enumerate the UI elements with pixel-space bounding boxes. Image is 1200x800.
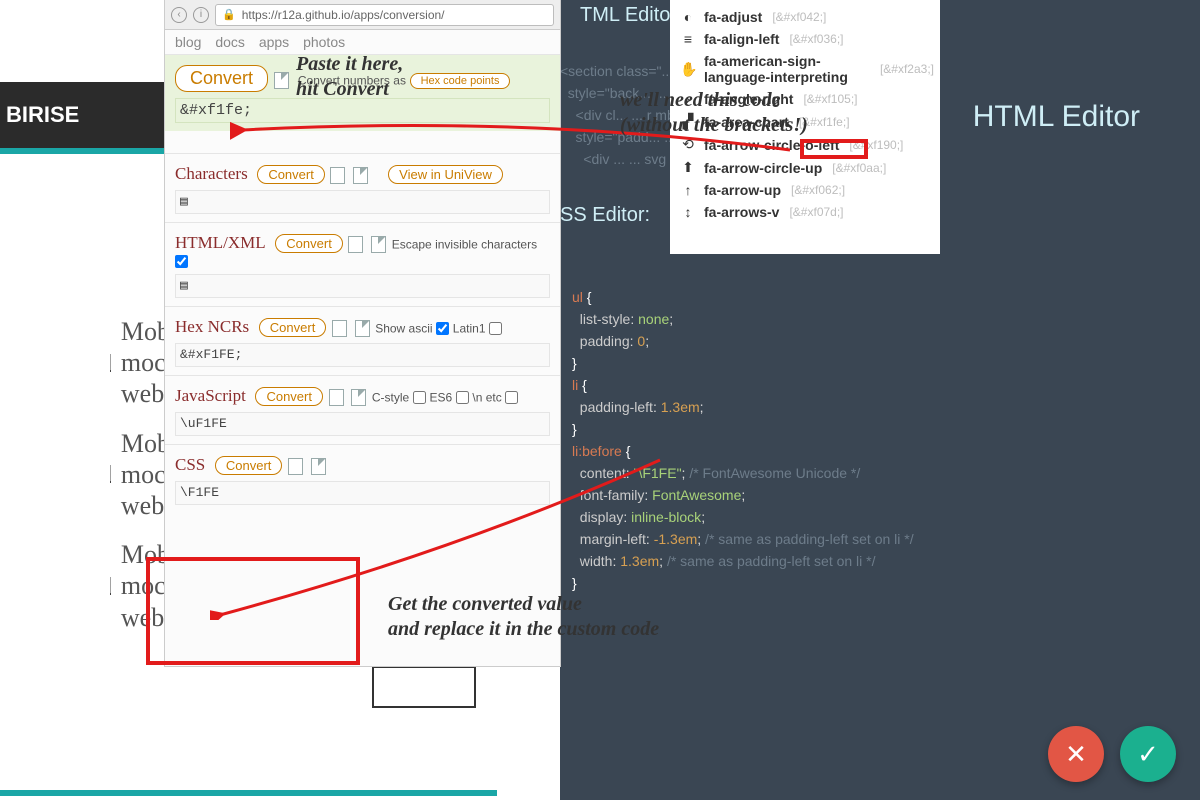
copy-icon[interactable]: [330, 167, 345, 184]
annotation-box-code: [800, 139, 868, 159]
url-text: https://r12a.github.io/apps/conversion/: [242, 8, 445, 22]
copy-icon[interactable]: [288, 458, 303, 475]
hex-code-points-button[interactable]: Hex code points: [410, 73, 511, 89]
fa-code: [&#xf105;]: [803, 92, 857, 106]
characters-convert-button[interactable]: Convert: [257, 165, 325, 184]
show-ascii-checkbox[interactable]: [436, 322, 449, 335]
fa-list-item[interactable]: ↑ fa-arrow-up [&#xf062;]: [680, 179, 934, 201]
accept-button[interactable]: ✓: [1120, 726, 1176, 782]
css-title: CSS: [175, 455, 205, 475]
javascript-convert-button[interactable]: Convert: [255, 387, 323, 406]
netc-label: \n etc: [472, 391, 501, 405]
characters-title: Characters: [175, 164, 248, 184]
htmlxml-convert-button[interactable]: Convert: [275, 234, 343, 253]
latin1-checkbox[interactable]: [489, 322, 502, 335]
nav-blog[interactable]: blog: [175, 34, 201, 50]
page-icon[interactable]: [353, 167, 368, 184]
cstyle-checkbox[interactable]: [413, 391, 426, 404]
address-bar: ‹ i 🔒 https://r12a.github.io/apps/conver…: [165, 0, 560, 30]
copy-icon[interactable]: [274, 72, 289, 89]
escape-invisible-checkbox[interactable]: [175, 255, 188, 268]
html-editor-title: HTML Editor: [973, 100, 1140, 134]
characters-output[interactable]: ▤: [175, 190, 550, 214]
cancel-button[interactable]: ✕: [1048, 726, 1104, 782]
nav-photos[interactable]: photos: [303, 34, 345, 50]
latin1-label: Latin1: [453, 322, 486, 336]
url-input[interactable]: 🔒 https://r12a.github.io/apps/conversion…: [215, 4, 554, 26]
netc-checkbox[interactable]: [505, 391, 518, 404]
fa-code: [&#xf036;]: [789, 32, 843, 46]
fa-code: [&#xf062;]: [791, 183, 845, 197]
fa-list-item[interactable]: ↕ fa-arrows-v [&#xf07d;]: [680, 201, 934, 223]
info-icon[interactable]: i: [193, 7, 209, 23]
bg-brand: BIRISE: [0, 82, 166, 148]
bg-magnifier-box: [372, 666, 476, 708]
css-editor-code[interactable]: ul { list-style: none; padding: 0; } li …: [572, 264, 914, 594]
hexncr-title: Hex NCRs: [175, 317, 249, 337]
fa-glyph-icon: ✋: [680, 61, 696, 78]
fa-code: [&#xf0aa;]: [832, 161, 886, 175]
fa-list-item[interactable]: ⬆ fa-arrow-circle-up [&#xf0aa;]: [680, 156, 934, 179]
site-nav: blog docs apps photos: [165, 30, 560, 54]
htmlxml-title: HTML/XML: [175, 233, 266, 253]
fa-name: fa-arrow-up: [704, 182, 781, 198]
annotation-get: Get the converted value and replace it i…: [388, 592, 659, 642]
page-icon[interactable]: [355, 320, 370, 337]
fa-glyph-icon: ⬆: [680, 159, 696, 176]
copy-icon[interactable]: [329, 389, 344, 406]
hexncr-output[interactable]: &#xF1FE;: [175, 343, 550, 367]
hexncr-convert-button[interactable]: Convert: [259, 318, 327, 337]
css-section: CSS Convert \F1FE: [165, 444, 560, 513]
characters-section: Characters Convert View in UniView ▤: [165, 153, 560, 222]
es6-checkbox[interactable]: [456, 391, 469, 404]
fa-glyph-icon: ↑: [680, 182, 696, 198]
css-convert-button[interactable]: Convert: [215, 456, 283, 475]
page-icon[interactable]: [311, 458, 326, 475]
copy-icon[interactable]: [348, 236, 363, 253]
javascript-output[interactable]: \uF1FE: [175, 412, 550, 436]
copy-icon[interactable]: [332, 320, 347, 337]
htmlxml-output[interactable]: ▤: [175, 274, 550, 298]
show-ascii-label: Show ascii: [375, 322, 432, 336]
html-editor-label: TML Editor:: [580, 4, 683, 27]
fa-list-item[interactable]: ≡ fa-align-left [&#xf036;]: [680, 28, 934, 50]
fa-list-item[interactable]: ◐ fa-adjust [&#xf042;]: [680, 6, 934, 28]
es6-label: ES6: [429, 391, 452, 405]
nav-apps[interactable]: apps: [259, 34, 289, 50]
fa-code: [&#xf042;]: [772, 10, 826, 24]
fa-glyph-icon: ≡: [680, 31, 696, 47]
fa-list-item[interactable]: ✋ fa-american-sign-language-interpreting […: [680, 50, 934, 88]
htmlxml-section: HTML/XML Convert Escape invisible charac…: [165, 222, 560, 306]
nav-docs[interactable]: docs: [215, 34, 245, 50]
cstyle-label: C-style: [372, 391, 409, 405]
annotation-paste: Paste it here, hit Convert: [296, 52, 403, 102]
hexncr-section: Hex NCRs Convert Show ascii Latin1 &#xF1…: [165, 306, 560, 375]
css-output[interactable]: \F1FE: [175, 481, 550, 505]
lock-icon: 🔒: [222, 8, 236, 21]
escape-invisible-label: Escape invisible characters: [392, 238, 537, 252]
fa-glyph-icon: ↕: [680, 204, 696, 220]
fa-glyph-icon: ⟲: [680, 136, 696, 153]
fa-name: fa-adjust: [704, 9, 762, 25]
bg-stripe: [0, 790, 497, 796]
fa-name: fa-align-left: [704, 31, 779, 47]
convert-button[interactable]: Convert: [175, 65, 268, 92]
fa-name: fa-american-sign-language-interpreting: [704, 53, 870, 85]
fa-code: [&#xf07d;]: [789, 205, 843, 219]
fa-name: fa-arrow-circle-up: [704, 160, 822, 176]
fa-code: [&#xf2a3;]: [880, 62, 934, 76]
fa-glyph-icon: ◐: [680, 9, 696, 25]
annotation-box-css: [146, 557, 360, 665]
annotation-need: we'll need this code (without the bracke…: [620, 88, 808, 138]
css-editor-label: SS Editor:: [560, 204, 650, 227]
page-icon[interactable]: [351, 389, 366, 406]
javascript-title: JavaScript: [175, 386, 246, 406]
back-icon[interactable]: ‹: [171, 7, 187, 23]
page-icon[interactable]: [371, 236, 386, 253]
javascript-section: JavaScript Convert C-style ES6 \n etc \u…: [165, 375, 560, 444]
view-in-uniview-button[interactable]: View in UniView: [388, 165, 503, 184]
fa-name: fa-arrows-v: [704, 204, 779, 220]
